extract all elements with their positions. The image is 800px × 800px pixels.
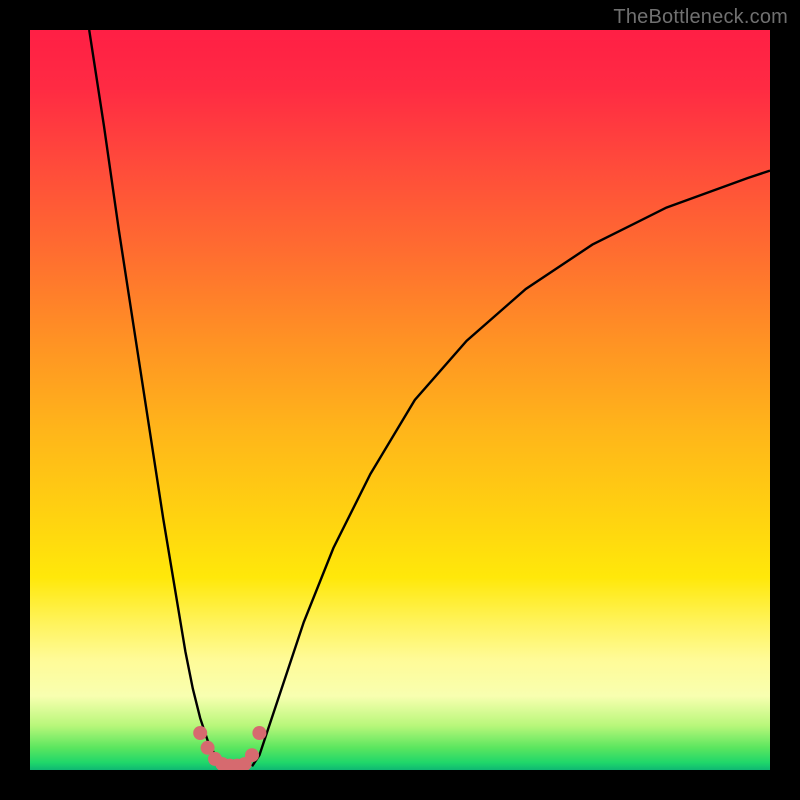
marker-dot	[193, 726, 207, 740]
marker-dot	[245, 748, 259, 762]
chart-markers	[30, 30, 770, 770]
marker-dot	[252, 726, 266, 740]
bottom-marker-group	[193, 726, 266, 770]
watermark-text: TheBottleneck.com	[613, 6, 788, 29]
chart-plot-area	[30, 30, 770, 770]
